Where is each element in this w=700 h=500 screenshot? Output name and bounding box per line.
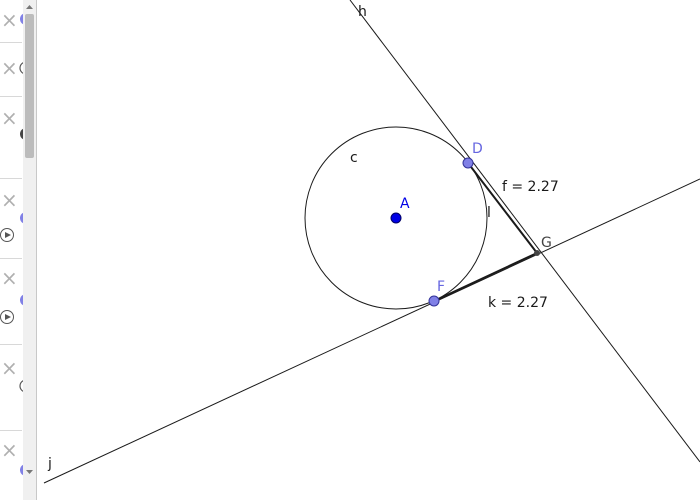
line-j[interactable] <box>43 178 700 484</box>
delete-icon[interactable]: × <box>1 268 18 288</box>
label-l: l <box>487 205 491 221</box>
scroll-down-icon[interactable] <box>24 466 35 478</box>
label-segment-f: f = 2.27 <box>502 179 559 195</box>
algebra-scrollbar[interactable] <box>23 0 36 500</box>
label-f: F <box>437 279 445 295</box>
algebra-row[interactable]: × <box>0 258 26 345</box>
graphics-view[interactable]: h j c A D F G l f = 2.27 k = 2.27 <box>37 0 700 500</box>
algebra-row[interactable]: × <box>0 178 26 259</box>
label-segment-k: k = 2.27 <box>488 295 548 311</box>
play-icon[interactable] <box>0 310 14 324</box>
segment-f[interactable] <box>467 162 538 254</box>
algebra-row[interactable]: × <box>0 430 26 500</box>
label-a: A <box>400 196 410 212</box>
algebra-row[interactable]: × <box>0 0 26 43</box>
delete-icon[interactable]: × <box>1 108 18 128</box>
scroll-thumb[interactable] <box>25 14 34 158</box>
delete-icon[interactable]: × <box>1 10 18 30</box>
delete-icon[interactable]: × <box>1 190 18 210</box>
delete-icon[interactable]: × <box>1 358 18 378</box>
algebra-panel: × × × × × × × <box>0 0 37 500</box>
label-j: j <box>47 456 52 472</box>
point-a[interactable] <box>390 212 402 224</box>
point-d[interactable] <box>462 157 474 169</box>
segment-k[interactable] <box>433 252 538 302</box>
algebra-row[interactable]: × <box>0 42 26 97</box>
play-icon[interactable] <box>0 228 14 242</box>
algebra-row[interactable]: × <box>0 344 26 431</box>
label-g: G <box>541 235 552 251</box>
scroll-up-icon[interactable] <box>24 1 35 13</box>
label-d: D <box>472 141 483 157</box>
delete-icon[interactable]: × <box>1 58 18 78</box>
delete-icon[interactable]: × <box>1 440 18 460</box>
point-f[interactable] <box>428 295 440 307</box>
line-h[interactable] <box>349 0 700 463</box>
point-g[interactable] <box>534 250 540 256</box>
label-c: c <box>350 150 358 166</box>
label-h: h <box>358 4 367 20</box>
algebra-row[interactable]: × <box>0 96 26 179</box>
